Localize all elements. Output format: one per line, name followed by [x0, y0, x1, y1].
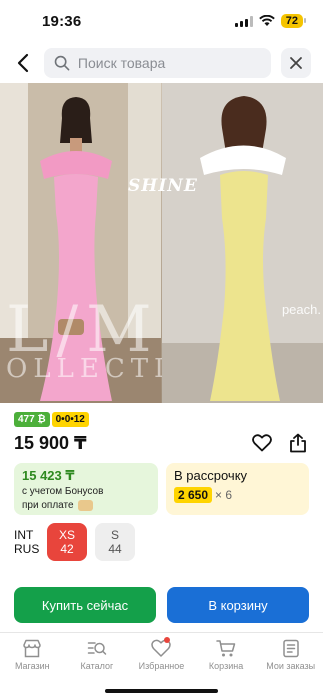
- share-icon: [290, 433, 306, 453]
- battery-indicator: 72: [280, 14, 307, 28]
- yellow-dress-illustration: [161, 83, 323, 403]
- price-actions: [251, 432, 309, 454]
- watermark-shine: SHINE: [128, 176, 198, 196]
- nav-item-catalog[interactable]: Каталог: [65, 633, 130, 682]
- size-system-labels: INT RUS: [14, 528, 39, 556]
- size-rus: 44: [108, 542, 122, 556]
- wifi-icon: [258, 15, 275, 26]
- product-gallery[interactable]: L/M OLLECTIO peach. SHINE: [0, 83, 323, 403]
- size-option-xs[interactable]: XS 42: [47, 523, 87, 561]
- search-header: [0, 44, 323, 82]
- bonus-badge: 477 ₿: [14, 412, 50, 427]
- size-label-int: INT: [14, 528, 34, 542]
- add-to-cart-button[interactable]: В корзину: [167, 587, 309, 623]
- installment-label: В рассрочку: [174, 468, 248, 483]
- store-icon: [23, 639, 42, 658]
- signal-icon: [234, 15, 253, 27]
- installment-term: × 6: [215, 488, 233, 502]
- bottom-nav: Магазин Каталог Избранное Корзина Мои за…: [0, 632, 323, 682]
- installment-card[interactable]: В рассрочку 2 650 × 6: [166, 463, 309, 515]
- bonus-coin-icon: [78, 499, 94, 511]
- installment-amount: 2 650: [174, 487, 213, 503]
- back-button[interactable]: [12, 48, 34, 78]
- nav-label: Корзина: [208, 661, 244, 671]
- nav-item-cart[interactable]: Корзина: [194, 633, 259, 682]
- home-indicator[interactable]: [105, 689, 218, 693]
- nav-label: Каталог: [80, 661, 114, 671]
- heart-icon: [252, 434, 272, 452]
- size-int: XS: [58, 528, 75, 542]
- installment-badge: 0•0•12: [51, 412, 89, 427]
- nav-label: Мои заказы: [266, 661, 316, 671]
- size-int: S: [110, 528, 119, 542]
- size-rus: 42: [60, 542, 74, 556]
- status-bar: 19:36 72: [0, 0, 323, 42]
- favorite-button[interactable]: [251, 432, 273, 454]
- orders-icon: [282, 639, 299, 658]
- share-button[interactable]: [287, 432, 309, 454]
- status-icons: 72: [234, 14, 307, 28]
- nav-label: Магазин: [14, 661, 50, 671]
- bonus-line-2-wrap: при оплате: [22, 499, 150, 512]
- product-photo-pink[interactable]: L/M OLLECTIO: [0, 83, 162, 403]
- search-box[interactable]: [44, 48, 271, 78]
- watermark-peach: peach.: [281, 302, 321, 317]
- installment-row: 2 650 × 6: [174, 487, 301, 503]
- cart-icon: [216, 640, 236, 657]
- nav-item-store[interactable]: Магазин: [0, 633, 65, 682]
- close-icon: [290, 57, 302, 69]
- size-option-s[interactable]: S 44: [95, 523, 135, 561]
- bonus-line-2: при оплате: [22, 500, 74, 511]
- catalog-icon: [87, 642, 107, 655]
- product-price: 15 900 ₸: [14, 433, 87, 453]
- price-badges: 477 ₿ 0•0•12: [14, 412, 89, 427]
- bonus-line-1: с учетом Бонусов: [22, 486, 104, 497]
- status-time: 19:36: [42, 12, 82, 30]
- nav-item-favorites[interactable]: Избранное: [129, 633, 194, 682]
- close-button[interactable]: [281, 48, 311, 78]
- bonus-price: 15 423 ₸: [22, 468, 75, 483]
- brand-watermark-big: L/M: [6, 293, 160, 367]
- search-input[interactable]: [77, 55, 261, 71]
- search-icon: [54, 55, 70, 71]
- chevron-left-icon: [17, 53, 29, 73]
- product-photo-yellow[interactable]: peach.: [161, 83, 323, 403]
- size-label-rus: RUS: [14, 542, 40, 556]
- nav-item-orders[interactable]: Мои заказы: [258, 633, 323, 682]
- bonus-price-card[interactable]: 15 423 ₸ с учетом Бонусов при оплате: [14, 463, 158, 515]
- brand-watermark-small: OLLECTIO: [6, 354, 162, 384]
- buy-now-button[interactable]: Купить сейчас: [14, 587, 156, 623]
- brand-watermark: L/M OLLECTIO: [0, 298, 162, 384]
- nav-label: Избранное: [138, 661, 185, 671]
